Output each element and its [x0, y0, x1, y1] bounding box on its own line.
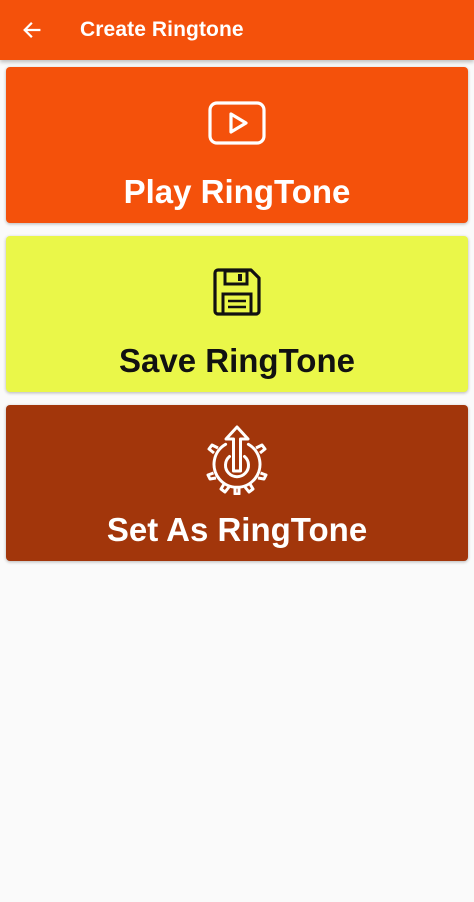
arrow-left-icon — [23, 22, 41, 38]
set-as-ringtone-label: Set As RingTone — [106, 511, 368, 548]
save-ringtone-label: Save RingTone — [119, 342, 355, 379]
gear-upload-icon — [206, 425, 268, 495]
save-ringtone-button[interactable]: Save RingTone — [6, 236, 468, 392]
play-ringtone-label: Play RingTone — [123, 173, 351, 210]
page-title: Create Ringtone — [80, 18, 244, 41]
app-bar: Create Ringtone — [0, 0, 474, 60]
play-video-icon — [208, 101, 266, 145]
play-ringtone-button[interactable]: Play RingTone — [6, 67, 468, 223]
floppy-disk-icon — [213, 268, 261, 316]
back-button[interactable] — [0, 0, 64, 60]
set-as-ringtone-button[interactable]: Set As RingTone — [6, 405, 468, 561]
